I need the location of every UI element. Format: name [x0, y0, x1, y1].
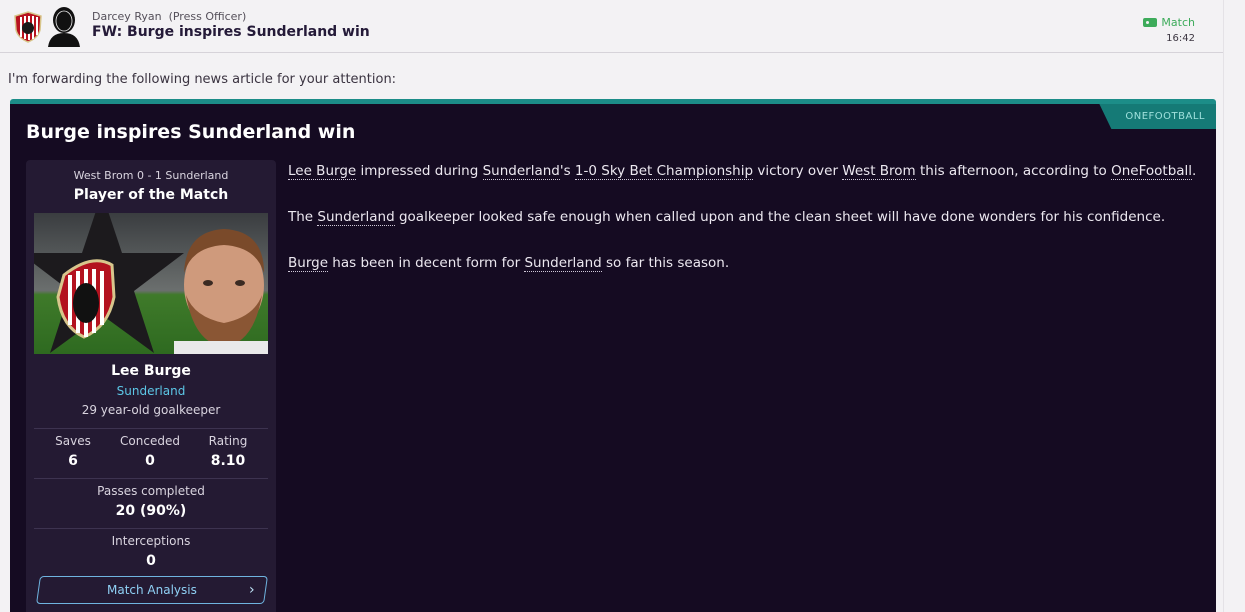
- player-link[interactable]: Lee Burge: [288, 163, 357, 180]
- stat-value: 6: [68, 453, 78, 469]
- match-tag-icon: [1143, 18, 1158, 27]
- intro-text: I'm forwarding the following news articl…: [8, 72, 397, 87]
- match-analysis-button[interactable]: Match Analysis ›: [36, 576, 268, 604]
- player-link[interactable]: Burge: [288, 255, 329, 272]
- stat-label: Saves: [55, 434, 91, 448]
- player-photo-art: [34, 213, 268, 354]
- divider: [34, 478, 268, 479]
- match-result[interactable]: West Brom 0 - 1 Sunderland: [26, 169, 276, 182]
- sender-avatar-icon[interactable]: [46, 5, 82, 47]
- stat-label: Rating: [208, 434, 248, 448]
- text: goalkeeper looked safe enough when calle…: [394, 209, 1166, 225]
- article-paragraph: The Sunderland goalkeeper looked safe en…: [288, 208, 1198, 227]
- sender-role: (Press Officer): [168, 10, 247, 23]
- text: The: [288, 209, 318, 225]
- message-subject: FW: Burge inspires Sunderland win: [92, 24, 370, 40]
- player-of-match-card: West Brom 0 - 1 Sunderland Player of the…: [26, 160, 276, 612]
- divider: [34, 528, 268, 529]
- stat-value: 8.10: [210, 453, 246, 469]
- club-link[interactable]: Sunderland: [482, 163, 560, 180]
- match-tag[interactable]: Match: [1143, 16, 1195, 29]
- text: victory over: [753, 163, 843, 179]
- stat-passes: Passes completed 20 (90%): [26, 484, 276, 519]
- text: impressed during: [356, 163, 483, 179]
- article-paragraph: Burge has been in decent form for Sunder…: [288, 254, 1198, 273]
- stat-interceptions: Interceptions 0: [26, 534, 276, 569]
- stat-value: 0: [145, 453, 155, 469]
- article-body: Lee Burge impressed during Sunderland's …: [288, 162, 1198, 300]
- club-link[interactable]: Sunderland: [317, 209, 395, 226]
- competition-link[interactable]: 1-0 Sky Bet Championship: [574, 163, 754, 180]
- source-link[interactable]: OneFootball: [1111, 163, 1193, 180]
- player-name[interactable]: Lee Burge: [26, 363, 276, 379]
- player-club[interactable]: Sunderland: [26, 384, 276, 398]
- stat-rating: Rating 8.10: [188, 434, 268, 469]
- text: has been in decent form for: [328, 255, 525, 271]
- stat-conceded: Conceded 0: [110, 434, 190, 469]
- match-tag-label: Match: [1161, 16, 1195, 29]
- stat-value: 0: [146, 553, 156, 569]
- article-paragraph: Lee Burge impressed during Sunderland's …: [288, 162, 1198, 181]
- stat-value: 20 (90%): [115, 503, 187, 519]
- chevron-right-icon: ›: [249, 582, 255, 598]
- card-title: Player of the Match: [73, 187, 229, 203]
- club-badge-icon[interactable]: [14, 11, 42, 43]
- message-header: Darcey Ryan (Press Officer) FW: Burge in…: [0, 0, 1223, 53]
- text: so far this season.: [601, 255, 730, 271]
- player-photo[interactable]: [34, 213, 268, 354]
- sender-line: Darcey Ryan (Press Officer): [92, 10, 246, 23]
- stat-label: Passes completed: [97, 484, 205, 498]
- scrollbar[interactable]: [1223, 0, 1245, 612]
- stat-label: Conceded: [120, 434, 180, 448]
- club-link[interactable]: Sunderland: [524, 255, 602, 272]
- article-headline: Burge inspires Sunderland win: [26, 121, 356, 143]
- match-analysis-label: Match Analysis: [107, 583, 197, 597]
- stat-label: Interceptions: [111, 534, 191, 548]
- message-time: 16:42: [1166, 33, 1195, 44]
- source-tab: ONEFOOTBALL: [1099, 104, 1216, 129]
- opponent-link[interactable]: West Brom: [842, 163, 916, 180]
- stat-saves: Saves 6: [33, 434, 113, 469]
- divider: [34, 428, 268, 429]
- text: this afternoon, according to: [915, 163, 1112, 179]
- news-article: ONEFOOTBALL Burge inspires Sunderland wi…: [10, 99, 1216, 612]
- sender-name[interactable]: Darcey Ryan: [92, 10, 162, 23]
- text: .: [1192, 163, 1197, 179]
- text: 's: [559, 163, 575, 179]
- player-description: 29 year-old goalkeeper: [81, 403, 221, 417]
